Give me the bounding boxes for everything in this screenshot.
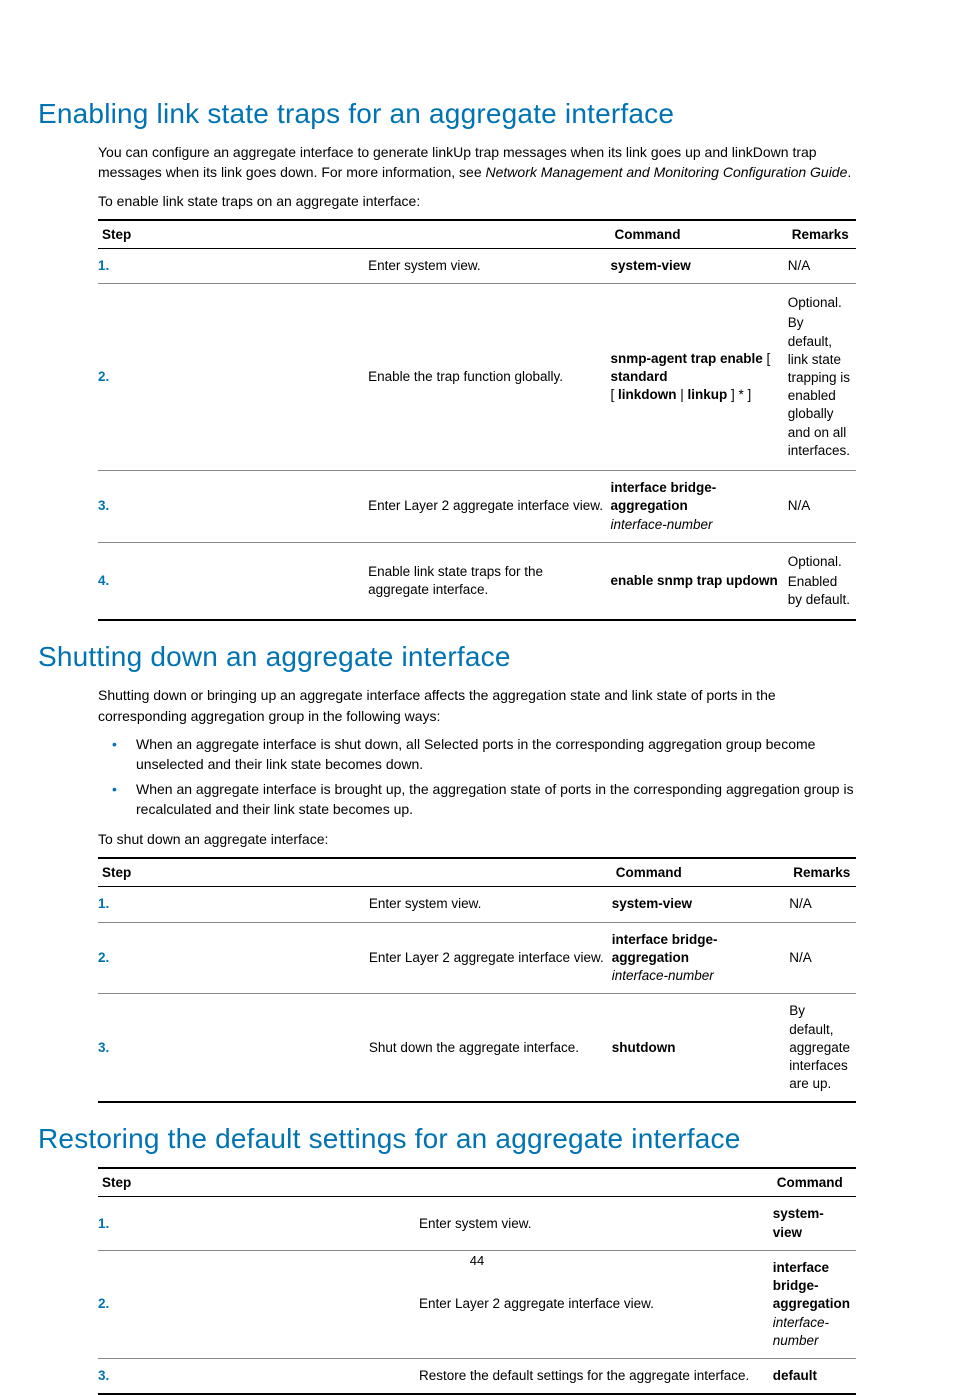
step-number: 2. bbox=[98, 284, 368, 471]
cmd-bold: interface bridge-aggregation bbox=[612, 932, 718, 965]
th-command: Command bbox=[610, 220, 787, 249]
section2-title: Shutting down an aggregate interface bbox=[38, 641, 856, 673]
table-row: 3. Enter Layer 2 aggregate interface vie… bbox=[98, 471, 856, 543]
th-step: Step bbox=[98, 1168, 773, 1197]
cmd-plain: | bbox=[677, 387, 688, 402]
list-item: When an aggregate interface is brought u… bbox=[98, 779, 856, 820]
remarks-text: N/A bbox=[788, 248, 856, 283]
cmd-plain: [ bbox=[763, 351, 771, 366]
th-remarks: Remarks bbox=[789, 858, 856, 887]
command-text: enable snmp trap updown bbox=[610, 542, 787, 620]
table-row: 1. Enter system view. system-view bbox=[98, 1197, 856, 1250]
table-header-row: Step Command Remarks bbox=[98, 220, 856, 249]
section3-title: Restoring the default settings for an ag… bbox=[38, 1123, 856, 1155]
command-text: interface bridge-aggregation interface-n… bbox=[610, 471, 787, 543]
cmd-bold: default bbox=[773, 1368, 817, 1383]
cmd-italic: interface-number bbox=[610, 517, 712, 532]
cmd-bold: snmp-agent trap enable bbox=[610, 351, 762, 366]
command-text: snmp-agent trap enable [ standard [ link… bbox=[610, 284, 787, 471]
remarks-line: By default, link state trapping is enabl… bbox=[788, 314, 850, 460]
table-row: 3. Shut down the aggregate interface. sh… bbox=[98, 994, 856, 1103]
cmd-italic: interface-number bbox=[773, 1315, 829, 1348]
cmd-italic: interface-number bbox=[612, 968, 714, 983]
step-number: 3. bbox=[98, 994, 369, 1103]
cmd-bold: linkup bbox=[688, 387, 728, 402]
step-text: Enter system view. bbox=[368, 248, 610, 283]
section1-para1-b: . bbox=[847, 164, 851, 180]
remarks-line: Enabled by default. bbox=[788, 573, 850, 609]
th-remarks: Remarks bbox=[788, 220, 856, 249]
command-text: system-view bbox=[612, 887, 790, 922]
list-item: When an aggregate interface is shut down… bbox=[98, 734, 856, 775]
step-text: Enter system view. bbox=[369, 887, 612, 922]
remarks-text: N/A bbox=[789, 887, 856, 922]
remarks-text: N/A bbox=[788, 471, 856, 543]
section1-para1-italic: Network Management and Monitoring Config… bbox=[486, 164, 848, 180]
command-text: system-view bbox=[610, 248, 787, 283]
section1-title: Enabling link state traps for an aggrega… bbox=[38, 98, 856, 130]
cmd-bold: system-view bbox=[612, 896, 692, 911]
table-section3: Step Command 1. Enter system view. syste… bbox=[98, 1167, 856, 1395]
cmd-plain: [ bbox=[610, 387, 618, 402]
step-text: Enter system view. bbox=[419, 1197, 773, 1250]
table-row: 2. Enable the trap function globally. sn… bbox=[98, 284, 856, 471]
th-command: Command bbox=[612, 858, 790, 887]
step-text: Enter Layer 2 aggregate interface view. bbox=[368, 471, 610, 543]
cmd-plain: ] * ] bbox=[727, 387, 751, 402]
step-text: Shut down the aggregate interface. bbox=[369, 994, 612, 1103]
command-text: default bbox=[773, 1358, 856, 1394]
cmd-bold: system-view bbox=[610, 258, 690, 273]
cmd-bold: standard bbox=[610, 369, 667, 384]
step-number: 4. bbox=[98, 542, 368, 620]
table-row: 1. Enter system view. system-view N/A bbox=[98, 248, 856, 283]
cmd-bold: system-view bbox=[773, 1206, 824, 1239]
command-text: system-view bbox=[773, 1197, 856, 1250]
step-text: Enable the trap function globally. bbox=[368, 284, 610, 471]
step-text: Enable link state traps for the aggregat… bbox=[368, 542, 610, 620]
table-section2: Step Command Remarks 1. Enter system vie… bbox=[98, 857, 856, 1103]
step-number: 3. bbox=[98, 471, 368, 543]
section1-para1: You can configure an aggregate interface… bbox=[98, 142, 856, 183]
step-number: 1. bbox=[98, 1197, 419, 1250]
th-step: Step bbox=[98, 858, 612, 887]
step-number: 1. bbox=[98, 887, 369, 922]
table-row: 2. Enter Layer 2 aggregate interface vie… bbox=[98, 922, 856, 994]
step-number: 2. bbox=[98, 922, 369, 994]
table-row: 1. Enter system view. system-view N/A bbox=[98, 887, 856, 922]
command-text: shutdown bbox=[612, 994, 790, 1103]
remarks-text: N/A bbox=[789, 922, 856, 994]
section1-para2: To enable link state traps on an aggrega… bbox=[98, 191, 856, 211]
cmd-bold: linkdown bbox=[618, 387, 677, 402]
table-header-row: Step Command bbox=[98, 1168, 856, 1197]
remarks-text: Optional. By default, link state trappin… bbox=[788, 284, 856, 471]
section2-para2: To shut down an aggregate interface: bbox=[98, 829, 856, 849]
remarks-text: Optional. Enabled by default. bbox=[788, 542, 856, 620]
step-number: 3. bbox=[98, 1358, 419, 1394]
remarks-text: By default, aggregate interfaces are up. bbox=[789, 994, 856, 1103]
cmd-bold: shutdown bbox=[612, 1040, 676, 1055]
remarks-line: Optional. bbox=[788, 553, 850, 571]
cmd-bold: enable snmp trap updown bbox=[610, 573, 777, 588]
table-row: 4. Enable link state traps for the aggre… bbox=[98, 542, 856, 620]
step-number: 1. bbox=[98, 248, 368, 283]
bullet-list: When an aggregate interface is shut down… bbox=[98, 734, 856, 819]
section2-para1: Shutting down or bringing up an aggregat… bbox=[98, 685, 856, 726]
step-text: Restore the default settings for the agg… bbox=[419, 1358, 773, 1394]
command-text: interface bridge-aggregation interface-n… bbox=[612, 922, 790, 994]
table-row: 3. Restore the default settings for the … bbox=[98, 1358, 856, 1394]
cmd-bold: interface bridge-aggregation bbox=[610, 480, 716, 513]
step-text: Enter Layer 2 aggregate interface view. bbox=[369, 922, 612, 994]
th-command: Command bbox=[773, 1168, 856, 1197]
remarks-line: Optional. bbox=[788, 294, 850, 312]
th-step: Step bbox=[98, 220, 610, 249]
table-header-row: Step Command Remarks bbox=[98, 858, 856, 887]
table-section1: Step Command Remarks 1. Enter system vie… bbox=[98, 219, 856, 622]
page-number: 44 bbox=[0, 1253, 954, 1268]
